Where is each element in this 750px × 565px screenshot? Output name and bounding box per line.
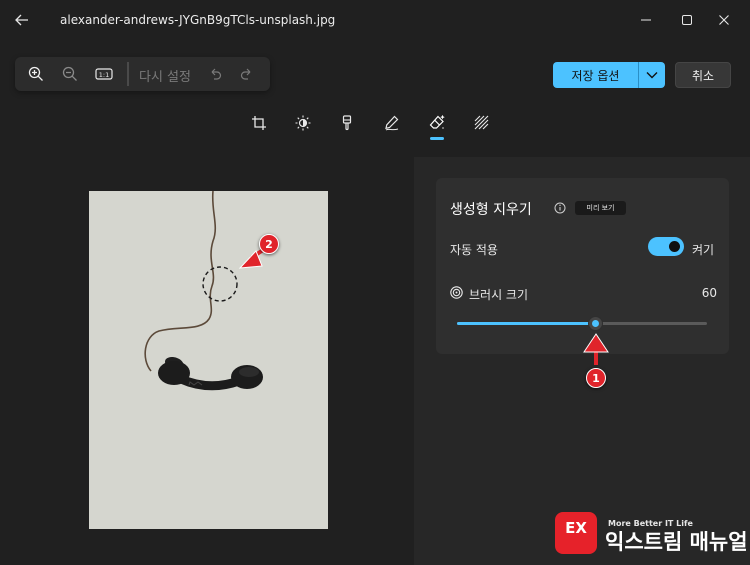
watermark-logo-text: EX: [565, 519, 587, 537]
annotation-marker-2: 2: [259, 234, 279, 254]
annotation-arrowhead-1: [583, 333, 609, 353]
annotation-overlay: [238, 248, 609, 365]
annotation-marker-1: 1: [586, 368, 606, 388]
watermark-name: 익스트림 매뉴얼: [605, 530, 748, 554]
